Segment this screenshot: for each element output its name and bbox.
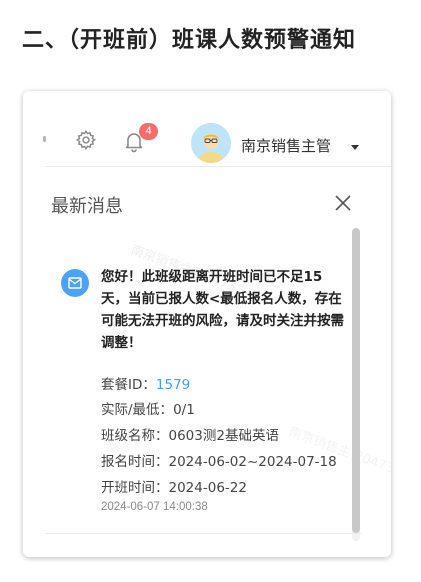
field-value: 2024-06-02~2024-07-18 bbox=[168, 454, 337, 470]
scrollbar-thumb[interactable] bbox=[352, 228, 360, 533]
field-start-date: 开班时间：2024-06-22 bbox=[101, 476, 247, 496]
message-item-icon bbox=[61, 269, 89, 297]
message-body: 您好！此班级距离开班时间已不足15天，当前已报人数<最低报名人数，存在可能无法开… bbox=[101, 269, 344, 351]
field-actual-min: 实际/最低：0/1 bbox=[101, 398, 195, 418]
gear-icon[interactable] bbox=[75, 129, 97, 151]
field-enroll-period: 报名时间：2024-06-02~2024-07-18 bbox=[101, 450, 337, 470]
user-name[interactable]: 南京销售主管 bbox=[241, 135, 331, 156]
field-label: 报名时间： bbox=[101, 454, 169, 470]
field-label: 套餐ID： bbox=[101, 377, 156, 393]
panel-title: 最新消息 bbox=[51, 196, 123, 217]
toolbar-edge-marker bbox=[43, 136, 46, 142]
field-label: 班级名称： bbox=[101, 428, 169, 444]
field-label: 开班时间： bbox=[101, 480, 169, 496]
mail-icon bbox=[68, 277, 82, 289]
field-value: 0603测2基础英语 bbox=[168, 428, 279, 444]
notification-card: 南京销售主管0473 南京销售主管0473 4 南京销售主管 最新消息 您好！此… bbox=[23, 91, 391, 557]
field-value: 2024-06-22 bbox=[168, 480, 247, 496]
caret-down-icon[interactable] bbox=[351, 145, 359, 150]
field-class-name: 班级名称：0603测2基础英语 bbox=[101, 424, 279, 444]
field-value: 0/1 bbox=[173, 402, 195, 418]
close-icon[interactable] bbox=[334, 194, 352, 212]
notification-count-badge: 4 bbox=[139, 123, 158, 140]
divider bbox=[45, 166, 391, 167]
divider bbox=[45, 533, 361, 534]
avatar[interactable] bbox=[191, 123, 231, 163]
message-timestamp: 2024-06-07 14:00:38 bbox=[101, 501, 208, 513]
top-bar: 4 南京销售主管 bbox=[23, 91, 391, 166]
page-heading: 二、（开班前）班课人数预警通知 bbox=[22, 28, 357, 53]
package-id-link[interactable]: 1579 bbox=[156, 377, 190, 393]
field-package-id: 套餐ID：1579 bbox=[101, 373, 190, 393]
field-label: 实际/最低： bbox=[101, 402, 174, 418]
